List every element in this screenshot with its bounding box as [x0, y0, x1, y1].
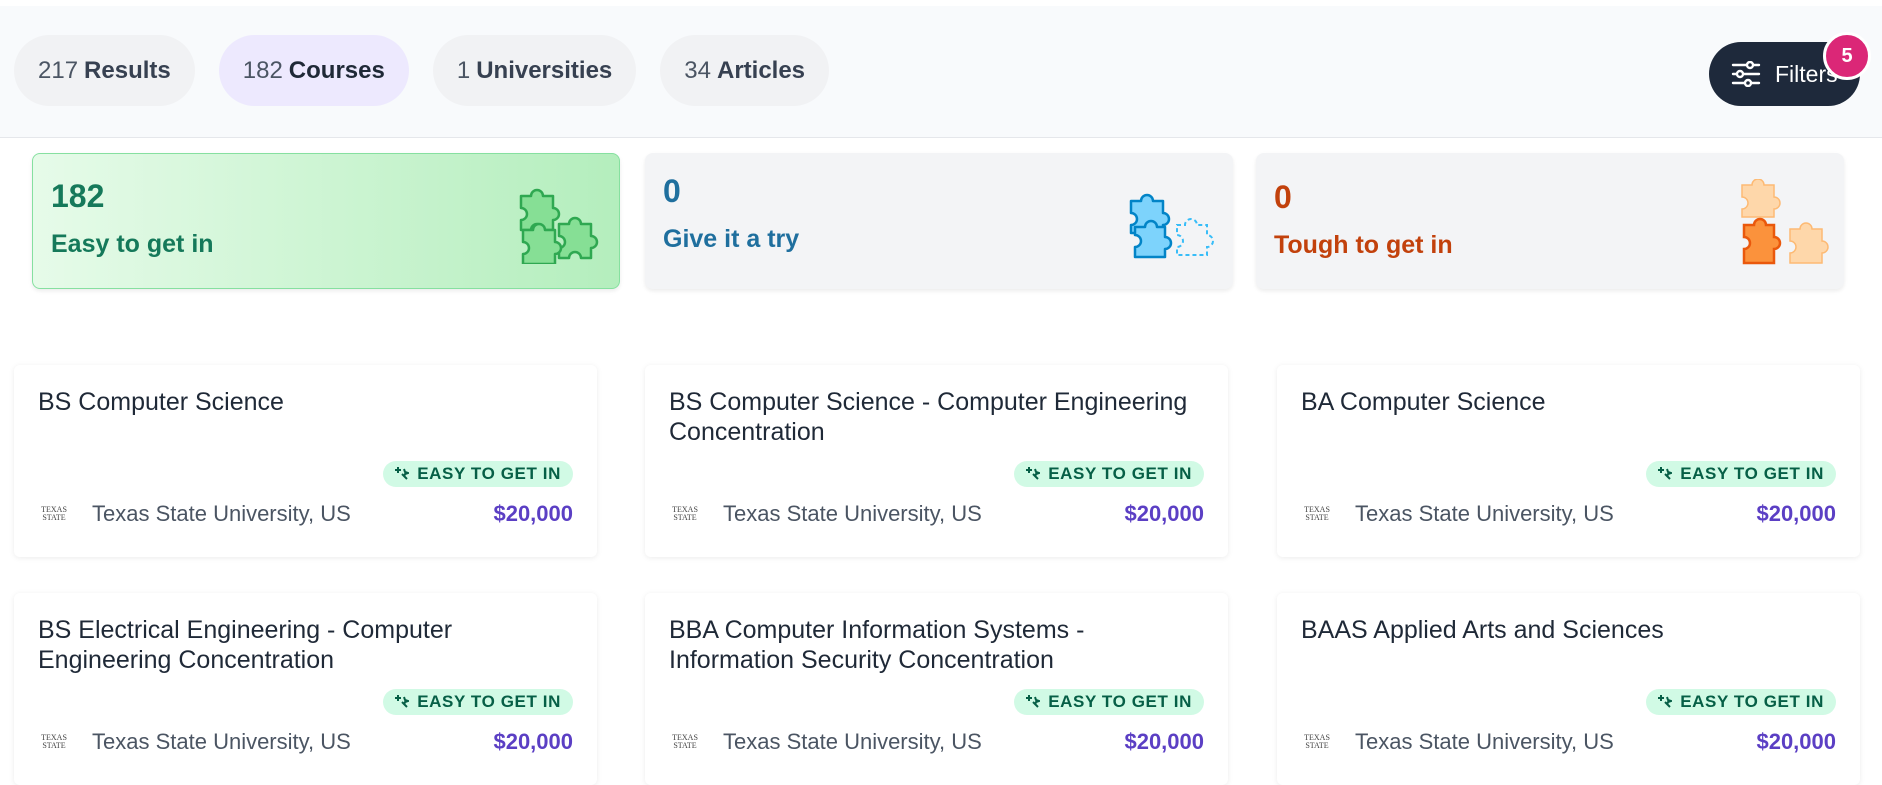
course-title[interactable]: BBA Computer Information Systems - Infor… — [669, 615, 1199, 675]
university-info: TEXAS STATE Texas State University, US — [38, 501, 351, 527]
tuition-fee: $20,000 — [1124, 729, 1204, 754]
course-title[interactable]: BS Computer Science - Computer Engineeri… — [669, 387, 1199, 447]
admission-chance-tag: EASY TO GET IN — [383, 689, 573, 715]
university-name[interactable]: Texas State University, US — [92, 729, 351, 755]
tuition-fee: $20,000 — [1756, 501, 1836, 526]
university-name[interactable]: Texas State University, US — [723, 501, 982, 527]
university-logo: TEXAS STATE — [1304, 505, 1330, 522]
admission-chance-tag: EASY TO GET IN — [383, 461, 573, 487]
sparkle-icon — [1026, 467, 1041, 480]
stat-easy-label: Easy to get in — [51, 230, 214, 258]
course-title[interactable]: BA Computer Science — [1301, 387, 1831, 417]
stat-tough-count: 0 — [1274, 179, 1292, 215]
course-card[interactable]: BS Computer Science - Computer Engineeri… — [645, 365, 1228, 557]
course-card[interactable]: BA Computer Science EASY TO GET IN TEXAS… — [1277, 365, 1860, 557]
university-info: TEXAS STATE Texas State University, US — [669, 501, 982, 527]
university-logo: TEXAS STATE — [1304, 733, 1330, 750]
university-info: TEXAS STATE Texas State University, US — [1301, 729, 1614, 755]
stat-try-label: Give it a try — [663, 225, 800, 253]
university-logo: TEXAS STATE — [41, 733, 67, 750]
stat-try-card[interactable]: 0 Give it a try — [645, 153, 1233, 289]
university-logo: TEXAS STATE — [672, 733, 698, 750]
stat-try-count: 0 — [663, 173, 681, 209]
stat-tough-card[interactable]: 0 Tough to get in — [1256, 153, 1844, 289]
sliders-icon — [1731, 61, 1761, 87]
stat-easy-count: 182 — [51, 178, 105, 214]
tuition-fee: $20,000 — [1124, 501, 1204, 526]
tab-results[interactable]: 217 Results — [14, 35, 195, 106]
tab-articles[interactable]: 34 Articles — [660, 35, 830, 106]
university-info: TEXAS STATE Texas State University, US — [38, 729, 351, 755]
puzzle-pieces-icon — [1129, 193, 1214, 259]
admission-chance-tag: EASY TO GET IN — [1646, 689, 1836, 715]
sparkle-icon — [395, 695, 410, 708]
puzzle-pieces-icon — [1741, 179, 1829, 265]
university-name[interactable]: Texas State University, US — [723, 729, 982, 755]
sparkle-icon — [1658, 467, 1673, 480]
admission-chance-tag: EASY TO GET IN — [1646, 461, 1836, 487]
course-title[interactable]: BS Electrical Engineering - Computer Eng… — [38, 615, 568, 675]
course-card[interactable]: BBA Computer Information Systems - Infor… — [645, 593, 1228, 785]
course-title[interactable]: BS Computer Science — [38, 387, 568, 417]
admission-chance-tag: EASY TO GET IN — [1014, 689, 1204, 715]
tuition-fee: $20,000 — [493, 729, 573, 754]
filters-count-badge: 5 — [1823, 32, 1871, 80]
university-info: TEXAS STATE Texas State University, US — [1301, 501, 1614, 527]
university-name[interactable]: Texas State University, US — [92, 501, 351, 527]
course-card[interactable]: BS Computer Science EASY TO GET IN TEXAS… — [14, 365, 597, 557]
tab-courses[interactable]: 182 Courses — [218, 35, 409, 106]
admission-chance-tag: EASY TO GET IN — [1014, 461, 1204, 487]
university-name[interactable]: Texas State University, US — [1355, 501, 1614, 527]
sparkle-icon — [395, 467, 410, 480]
tuition-fee: $20,000 — [1756, 729, 1836, 754]
university-info: TEXAS STATE Texas State University, US — [669, 729, 982, 755]
university-name[interactable]: Texas State University, US — [1355, 729, 1614, 755]
university-logo: TEXAS STATE — [672, 505, 698, 522]
course-card[interactable]: BS Electrical Engineering - Computer Eng… — [14, 593, 597, 785]
sparkle-icon — [1658, 695, 1673, 708]
university-logo: TEXAS STATE — [41, 505, 67, 522]
tuition-fee: $20,000 — [493, 501, 573, 526]
stat-easy-card[interactable]: 182 Easy to get in — [32, 153, 620, 289]
result-tabs: 217 Results 182 Courses 1 Universities 34 Ar… — [14, 35, 830, 106]
stat-tough-label: Tough to get in — [1274, 231, 1453, 259]
sparkle-icon — [1026, 695, 1041, 708]
course-title[interactable]: BAAS Applied Arts and Sciences — [1301, 615, 1831, 645]
tab-universities[interactable]: 1 Universities — [432, 35, 637, 106]
results-header: 217 Results 182 Courses 1 Universities 34 Ar… — [0, 6, 1882, 138]
course-card[interactable]: BAAS Applied Arts and Sciences EASY TO G… — [1277, 593, 1860, 785]
puzzle-pieces-icon — [519, 188, 599, 264]
